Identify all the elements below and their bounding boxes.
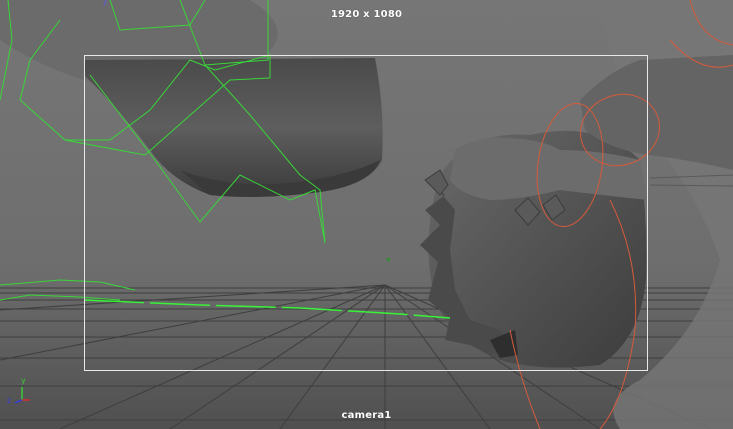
axis-z-label: z — [7, 396, 12, 405]
resolution-label: 1920 x 1080 — [330, 9, 403, 20]
pivot-marker — [387, 258, 390, 261]
axis-y-label: y — [21, 376, 26, 385]
camera-name-label: camera1 — [341, 410, 392, 421]
maya-viewport[interactable]: z 1920 x 1080 camera1 y z — [0, 0, 733, 429]
scene-3d[interactable] — [0, 0, 733, 429]
top-axis-letter: z — [103, 0, 108, 7]
axis-gizmo-icon: y z — [4, 376, 34, 408]
